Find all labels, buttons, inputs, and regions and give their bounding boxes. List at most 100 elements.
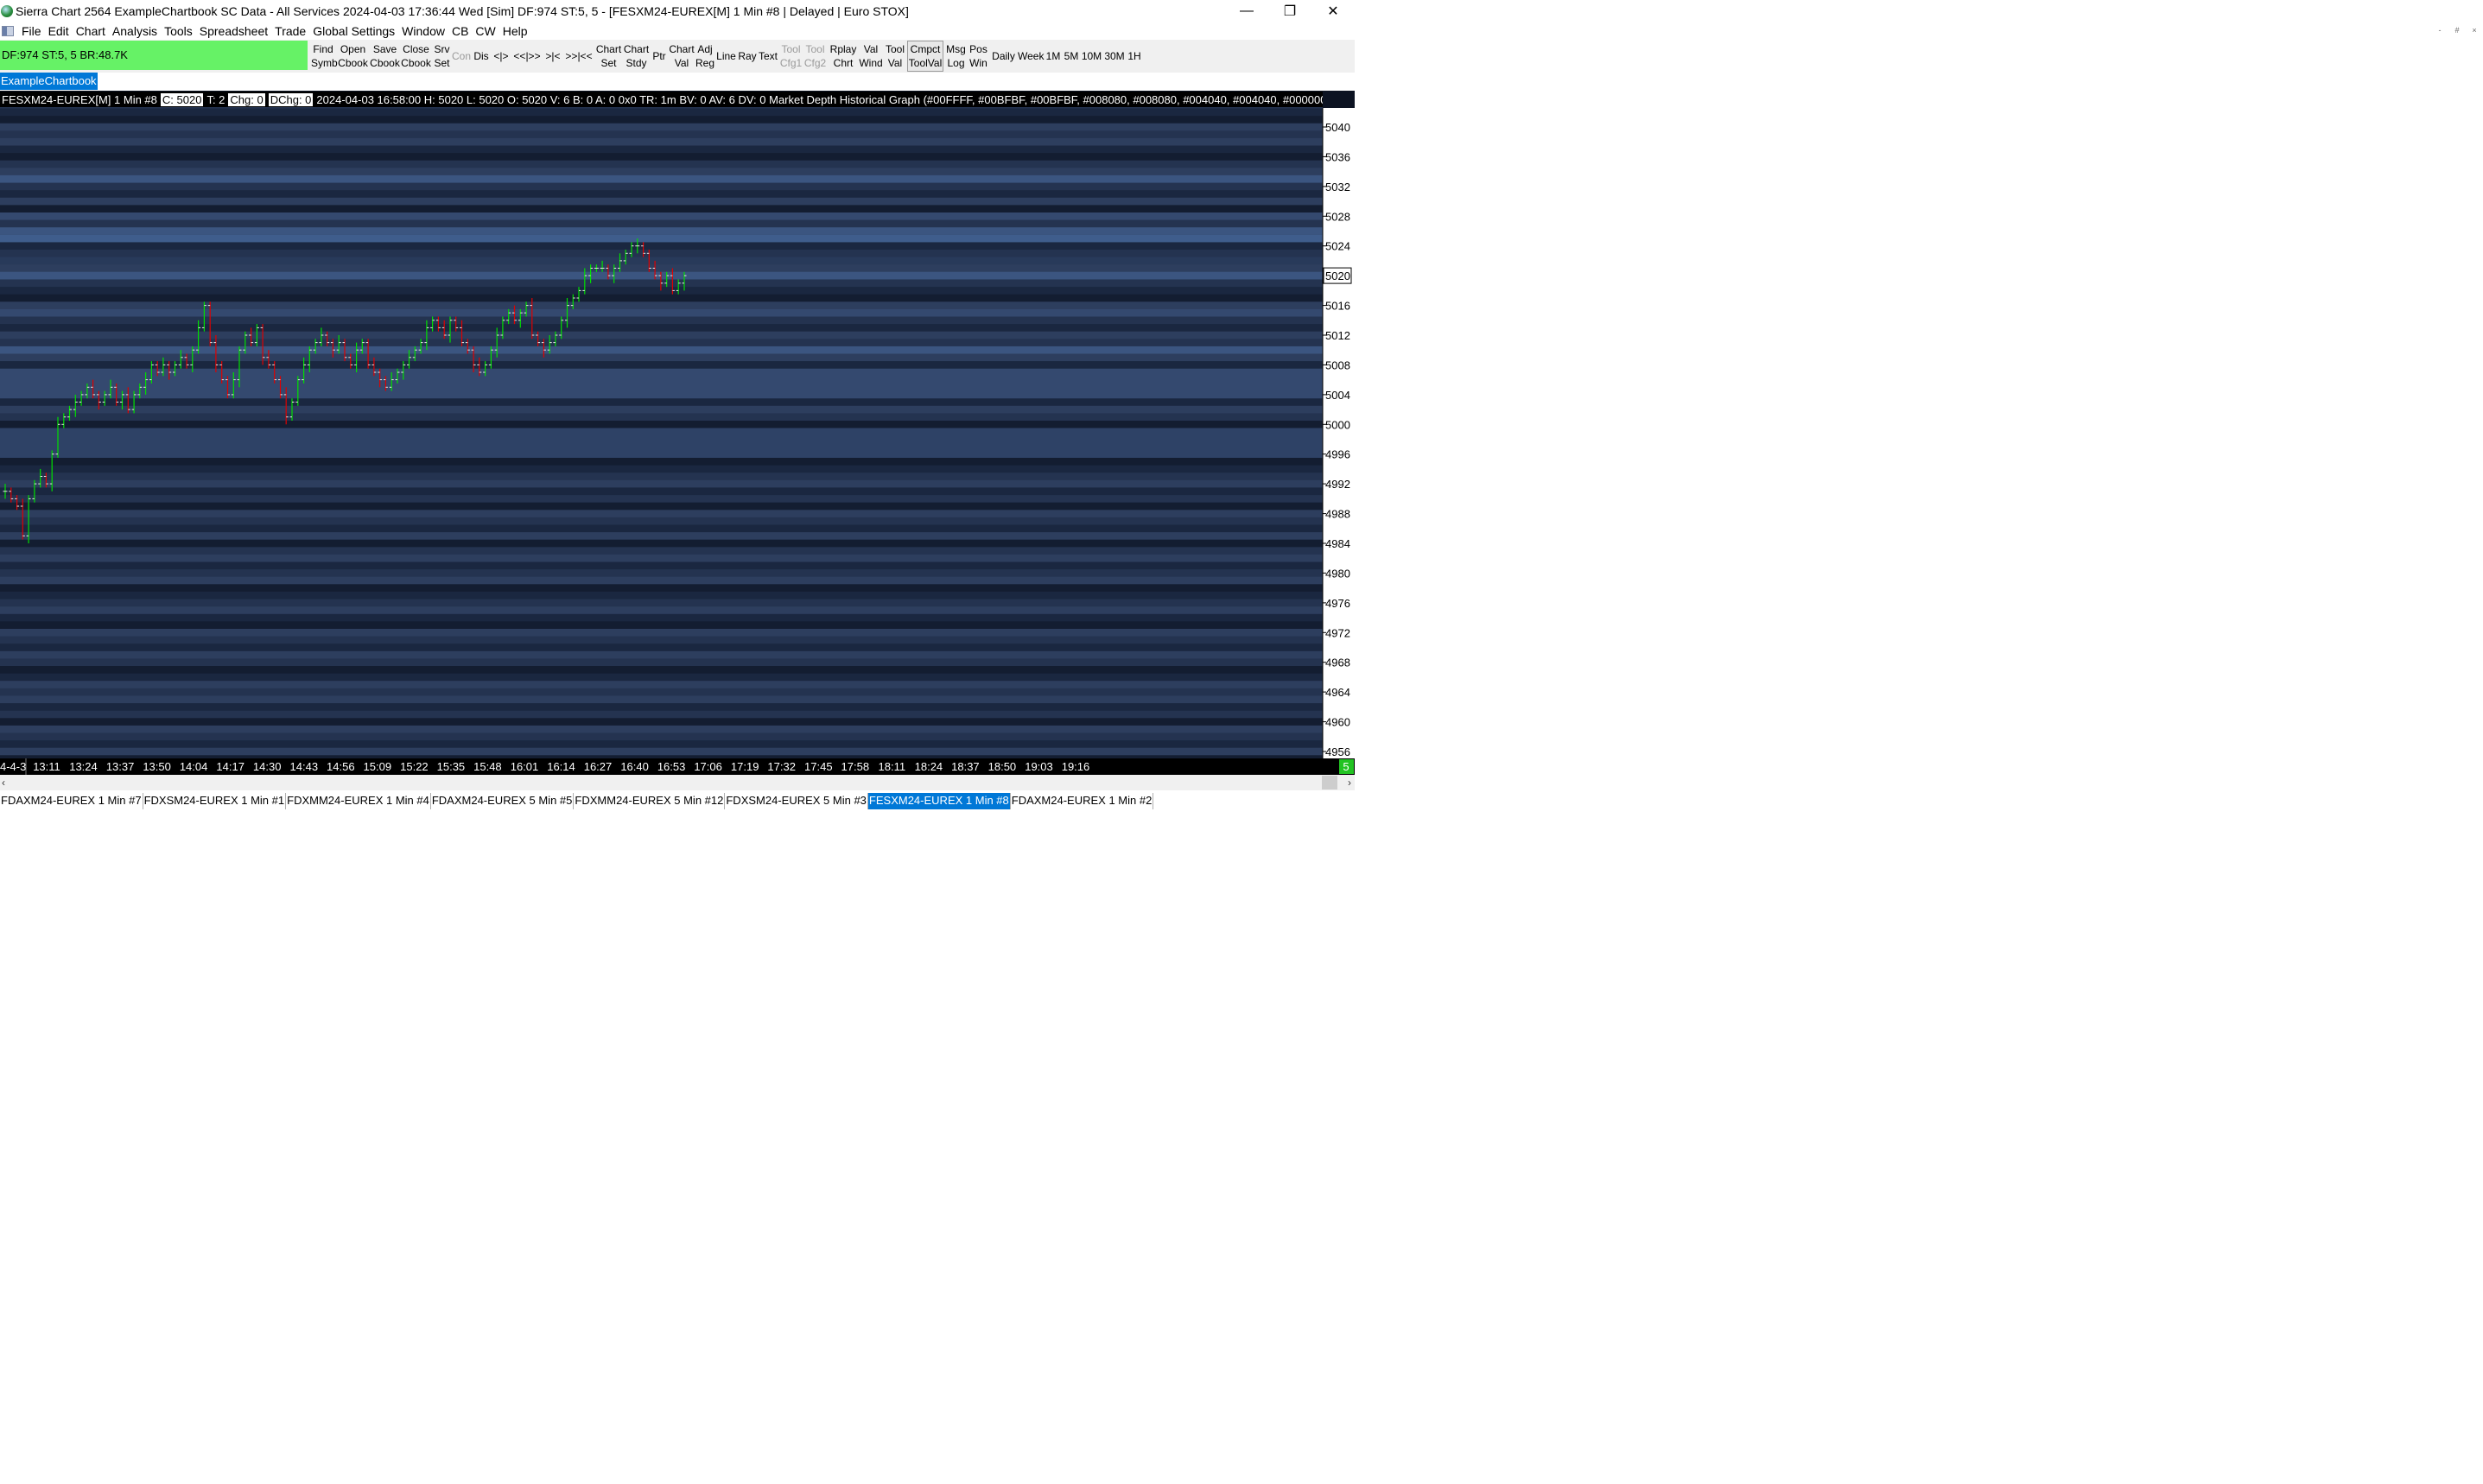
toolbar-button-1h[interactable]: 1H — [1127, 41, 1142, 72]
toolbar-button-text[interactable]: Text — [758, 41, 778, 72]
toolbar-button-ptr[interactable]: Ptr — [651, 41, 668, 72]
toolbar-button-tool-cfg1[interactable]: Tool Cfg1 — [779, 41, 803, 72]
time-label: 14:56 — [327, 760, 355, 773]
toolbar-button-chart-set[interactable]: Chart Set — [595, 41, 622, 72]
chart-tab[interactable]: FDAXM24-EUREX 5 Min #5 — [431, 793, 575, 809]
toolbar-button-close-cbook[interactable]: Close Cbook — [401, 41, 431, 72]
depth-band — [0, 606, 1323, 615]
chart-tab[interactable]: FDXSM24-EUREX 5 Min #3 — [725, 793, 868, 809]
document-system-menu-icon[interactable] — [2, 25, 14, 36]
window-controls: — ❐ ✕ — [1225, 0, 1355, 22]
menu-file[interactable]: File — [18, 24, 45, 38]
chart-tab-active[interactable]: FESXM24-EUREX 1 Min #8 — [867, 793, 1011, 809]
menu-help[interactable]: Help — [499, 24, 531, 38]
depth-band — [0, 725, 1323, 733]
chart-tab[interactable]: FDAXM24-EUREX 1 Min #2 — [1011, 793, 1154, 809]
menu-tools[interactable]: Tools — [161, 24, 196, 38]
toolbar-button-label: 10M — [1081, 50, 1102, 62]
toolbar-button-line[interactable]: Line — [715, 41, 737, 72]
price-chart[interactable]: 5040 5036 5032 5028 5024 5016 5012 5008 5004 5000… — [0, 91, 1355, 758]
price-tick-label: 5024 — [1325, 240, 1350, 253]
depth-band — [0, 472, 1323, 481]
depth-band — [0, 718, 1323, 726]
toolbar-button-val-wind[interactable]: Val Wind — [859, 41, 883, 72]
price-tick-label: 5008 — [1325, 358, 1350, 371]
menu-trade[interactable]: Trade — [271, 24, 309, 38]
toolbar-button-chart-val[interactable]: Chart Val — [669, 41, 695, 72]
depth-band — [0, 219, 1323, 228]
scroll-left-arrow-icon[interactable]: ‹ — [2, 775, 5, 790]
menu-spreadsheet[interactable]: Spreadsheet — [196, 24, 271, 38]
mdi-minimize-button[interactable]: - — [2431, 23, 2448, 37]
toolbar-button-con[interactable]: Con — [452, 41, 471, 72]
toolbar-button-rplay-chrt[interactable]: Rplay Chrt — [829, 41, 858, 72]
toolbar-button-find-symb[interactable]: Find Symb — [311, 41, 338, 72]
toolbar-button-1m[interactable]: 1M — [1045, 41, 1062, 72]
menu-global-settings[interactable]: Global Settings — [309, 24, 398, 38]
toolbar-button-30m[interactable]: 30M — [1103, 41, 1126, 72]
depth-band — [0, 108, 1323, 117]
toolbar-button--[interactable]: <|> — [492, 41, 511, 72]
toolbar-button-label: Log — [947, 57, 965, 69]
chart-window[interactable]: 5040 5036 5032 5028 5024 5016 5012 5008 5004 5000… — [0, 91, 1355, 758]
toolbar-button--[interactable]: <<|>> — [511, 41, 543, 72]
toolbar-button-10m[interactable]: 10M — [1081, 41, 1102, 72]
close-button[interactable]: ✕ — [1311, 0, 1355, 22]
change-value: Chg: 0 — [228, 92, 265, 106]
depth-band — [0, 250, 1323, 258]
toolbar-button-save-cbook[interactable]: Save Cbook — [370, 41, 400, 72]
toolbar-button-label: Symb — [311, 57, 338, 69]
chart-tab[interactable]: FDAXM24-EUREX 1 Min #7 — [0, 793, 143, 809]
chart-tab[interactable]: FDXMM24-EUREX 5 Min #12 — [574, 793, 726, 809]
toolbar-button-cmpct-toolval[interactable]: Cmpct ToolVal — [907, 41, 943, 72]
depth-band — [0, 145, 1323, 154]
bar-details: 2024-04-03 16:58:00 H: 5020 L: 5020 O: 5… — [316, 92, 1323, 106]
horizontal-scrollbar[interactable]: ‹ › — [0, 775, 1355, 790]
depth-band — [0, 398, 1323, 407]
toolbar-button-open-cbook[interactable]: Open Cbook — [338, 41, 368, 72]
toolbar-button-label: >|< — [545, 50, 561, 62]
time-scale[interactable]: 4-4-3 13:11 13:24 13:37 13:50 14:04 14:17 14:30… — [0, 758, 1355, 775]
toolbar-button-ray[interactable]: Ray — [738, 41, 757, 72]
depth-band — [0, 458, 1323, 466]
price-tick-label: 5000 — [1325, 418, 1350, 431]
toolbar-button-tool-cfg2[interactable]: Tool Cfg2 — [803, 41, 827, 72]
menu-window[interactable]: Window — [398, 24, 448, 38]
time-label: 17:32 — [767, 760, 796, 773]
toolbar-button-pos-win[interactable]: Pos Win — [968, 41, 988, 72]
toolbar-button-label: Tool — [805, 43, 825, 55]
time-label: 15:09 — [364, 760, 392, 773]
depth-band — [0, 547, 1323, 555]
restore-button[interactable]: ❐ — [1268, 0, 1311, 22]
mdi-restore-button[interactable]: # — [2448, 23, 2466, 37]
time-label: 16:27 — [584, 760, 613, 773]
toolbar-button-chart-stdy[interactable]: Chart Stdy — [623, 41, 650, 72]
scrollbar-thumb[interactable] — [1322, 776, 1337, 790]
scroll-right-arrow-icon[interactable]: › — [1348, 775, 1351, 790]
depth-band — [0, 539, 1323, 548]
chart-tab[interactable]: FDXSM24-EUREX 1 Min #1 — [143, 793, 287, 809]
menu-edit[interactable]: Edit — [45, 24, 73, 38]
toolbar-button-msg-log[interactable]: Msg Log — [945, 41, 967, 72]
menu-analysis[interactable]: Analysis — [109, 24, 161, 38]
toolbar-button-dis[interactable]: Dis — [472, 41, 491, 72]
chartbook-tab[interactable]: ExampleChartbook — [0, 73, 98, 90]
menu-cw[interactable]: CW — [472, 24, 499, 38]
toolbar-button-srv-set[interactable]: Srv Set — [433, 41, 451, 72]
toolbar-button-adj-reg[interactable]: Adj Reg — [695, 41, 714, 72]
menu-chart[interactable]: Chart — [73, 24, 109, 38]
time-label: 17:19 — [731, 760, 759, 773]
menu-cb[interactable]: CB — [448, 24, 472, 38]
toolbar-button-label: Reg — [695, 57, 715, 69]
mdi-close-button[interactable]: × — [2466, 23, 2483, 37]
toolbar-button-5m[interactable]: 5M — [1063, 41, 1080, 72]
toolbar-button--[interactable]: >>|<< — [563, 41, 594, 72]
minimize-button[interactable]: — — [1225, 0, 1268, 22]
toolbar-button-tool-val[interactable]: Tool Val — [885, 41, 905, 72]
depth-band — [0, 190, 1323, 199]
chart-tab[interactable]: FDXMM24-EUREX 1 Min #4 — [286, 793, 431, 809]
toolbar-button--[interactable]: >|< — [543, 41, 562, 72]
toolbar-button-daily[interactable]: Daily — [990, 41, 1017, 72]
time-label: 16:53 — [657, 760, 686, 773]
toolbar-button-week[interactable]: Week — [1018, 41, 1044, 72]
